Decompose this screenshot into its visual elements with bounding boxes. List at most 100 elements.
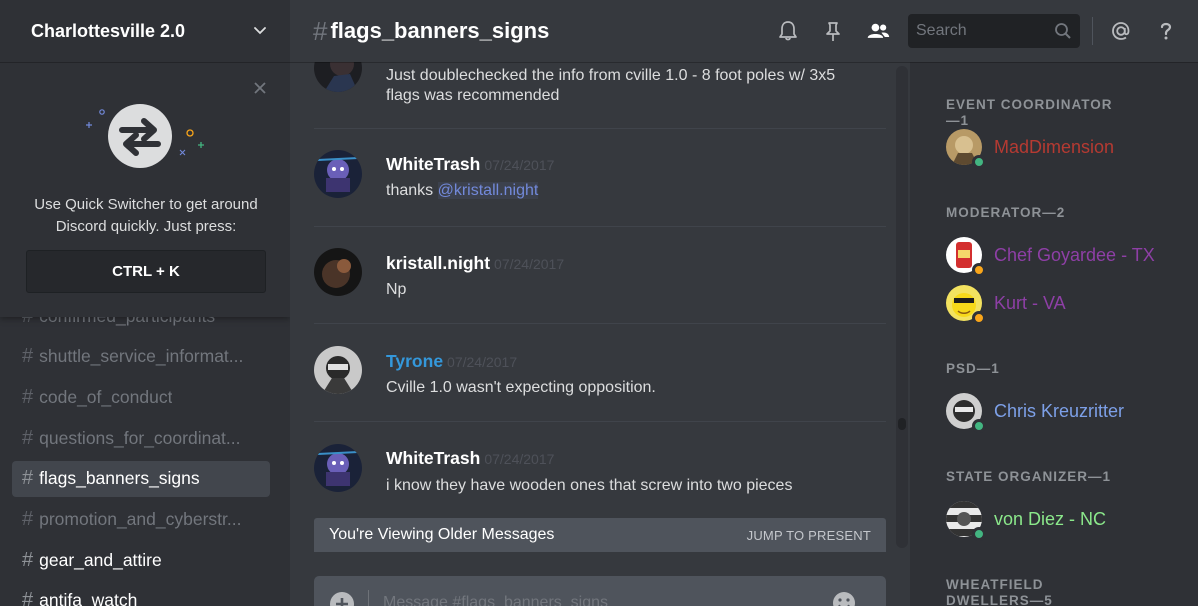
avatar[interactable] [314,444,362,492]
avatar [946,393,986,433]
hash-icon: # [22,345,34,368]
message-input[interactable] [383,594,823,606]
message-text: thanks @kristall.night [386,182,539,199]
avatar [946,237,986,277]
avatar[interactable] [314,62,362,92]
close-icon[interactable] [252,80,268,96]
shortcut-key[interactable]: CTRL + K [26,250,266,293]
hash-icon: # [22,426,34,449]
status-online-indicator [972,155,986,169]
avatar [946,285,986,325]
emoji-icon[interactable] [831,590,857,606]
message-text: Cville 1.0 wasn't expecting opposition. [386,379,656,396]
message-author[interactable]: Tyrone 07/24/2017 [386,351,517,372]
upload-icon[interactable] [328,590,356,606]
member-group-header: WHEATFIELD DWELLERS—5 [946,577,1053,606]
search-icon[interactable] [1054,22,1072,40]
avatar [946,129,986,169]
message-item: kristall.night 07/24/2017 Np [314,248,886,308]
message-divider [314,226,886,227]
members-icon[interactable] [866,19,890,43]
message-item: WhiteTrash 07/24/2017 thanks @kristall.ni… [314,150,886,210]
member-name: von Diez - NC [994,508,1107,529]
message-author[interactable]: WhiteTrash 07/24/2017 [386,154,554,175]
message-item: Tyrone 07/24/2017 Cville 1.0 wasn't expec… [314,346,886,406]
channel-header: # flags_banners_signs [290,0,1198,62]
message-timestamp: 07/24/2017 [447,354,518,370]
scrollbar-track[interactable] [896,66,908,548]
member-item[interactable]: Chef Goyardee - TX [946,235,1186,277]
message-text: Np [386,281,407,298]
message-composer [314,576,886,606]
help-icon[interactable] [1154,19,1178,43]
member-name: Kurt - VA [994,292,1066,313]
member-item[interactable]: Kurt - VA [946,283,1186,325]
message-divider [314,128,886,129]
channel-code-of-conduct[interactable]: # code_of_conduct [12,379,270,415]
status-online-indicator [972,419,986,433]
search-input[interactable] [916,22,1054,40]
member-item[interactable]: Chris Kreuzritter [946,391,1186,433]
channel-promotion-and-cyberstrategy[interactable]: # promotion_and_cyberstr... [12,501,270,537]
pin-icon[interactable] [821,19,845,43]
channel-flags-banners-signs[interactable]: # flags_banners_signs [12,460,270,497]
mention-icon[interactable] [1109,19,1133,43]
hash-icon: # [22,548,34,571]
avatar[interactable] [314,346,362,394]
member-item[interactable]: MadDimension [946,127,1186,169]
message-timestamp: 07/24/2017 [494,256,565,272]
member-list: EVENT COORDINATOR—1 MadDimension MODERAT… [910,62,1198,606]
header-divider [1092,17,1093,45]
scrollbar-thumb[interactable] [898,418,906,430]
member-group-header: PSD—1 [946,361,1000,376]
avatar[interactable] [314,150,362,198]
status-idle-indicator [972,311,986,325]
chevron-down-icon [254,27,266,35]
quick-switcher-hint: Use Quick Switcher to get around Discord… [34,196,258,235]
status-online-indicator [972,527,986,541]
bell-icon[interactable] [776,19,800,43]
composer-divider [368,590,369,606]
member-group-header: STATE ORGANIZER—1 [946,469,1112,484]
hash-icon: # [22,385,34,408]
message-author[interactable]: WhiteTrash 07/24/2017 [386,448,554,469]
hash-icon: # [22,467,34,490]
channel-sidebar: #confirmed_participants #shuttle_service… [0,0,290,606]
server-header[interactable]: Charlottesville 2.0 [0,0,290,62]
member-name: Chef Goyardee - TX [994,244,1155,265]
older-messages-bar: You're Viewing Older Messages JUMP TO PR… [314,518,886,552]
member-item[interactable]: von Diez - NC [946,499,1186,541]
jump-to-present-button[interactable]: JUMP TO PRESENT [747,528,871,543]
avatar [946,501,986,541]
status-idle-indicator [972,263,986,277]
discord-window: #confirmed_participants #shuttle_service… [0,0,1198,606]
member-group-header: EVENT COORDINATOR—1 [946,97,1113,128]
hash-icon: # [22,589,34,606]
channel-shuttle-service[interactable]: # shuttle_service_informat... [12,339,270,375]
avatar[interactable] [314,248,362,296]
quick-switcher-illustration [86,104,204,168]
quick-switcher-popout: Use Quick Switcher to get around Discord… [0,62,290,317]
member-name: MadDimension [994,136,1115,157]
hash-icon: # [22,507,34,530]
message-timestamp: 07/24/2017 [484,157,555,173]
message-timestamp: 07/24/2017 [484,451,555,467]
server-name: Charlottesville 2.0 [31,20,186,41]
user-mention[interactable]: @kristall.night [437,182,539,199]
message-divider [314,323,886,324]
channel-gear-and-attire[interactable]: # gear_and_attire [12,542,270,578]
message-item: WhiteTrash 07/24/2017 i know they have wo… [314,444,886,504]
message-divider [314,421,886,422]
message-author[interactable]: kristall.night 07/24/2017 [386,253,564,274]
channel-antifa-watch[interactable]: # antifa_watch [12,583,270,606]
channel-questions-for-coordinators[interactable]: # questions_for_coordinat... [12,420,270,456]
message-list: Just doublechecked the info from cville … [314,62,886,554]
member-name: Chris Kreuzritter [994,400,1125,421]
message-item: Just doublechecked the info from cville … [314,62,886,114]
message-text: i know they have wooden ones that screw … [386,477,793,494]
older-messages-text: You're Viewing Older Messages [329,526,555,543]
channel-list: #confirmed_participants #shuttle_service… [12,298,270,606]
member-group-header: MODERATOR—2 [946,205,1066,220]
hash-icon: # [313,15,328,46]
search-box[interactable] [908,14,1080,48]
